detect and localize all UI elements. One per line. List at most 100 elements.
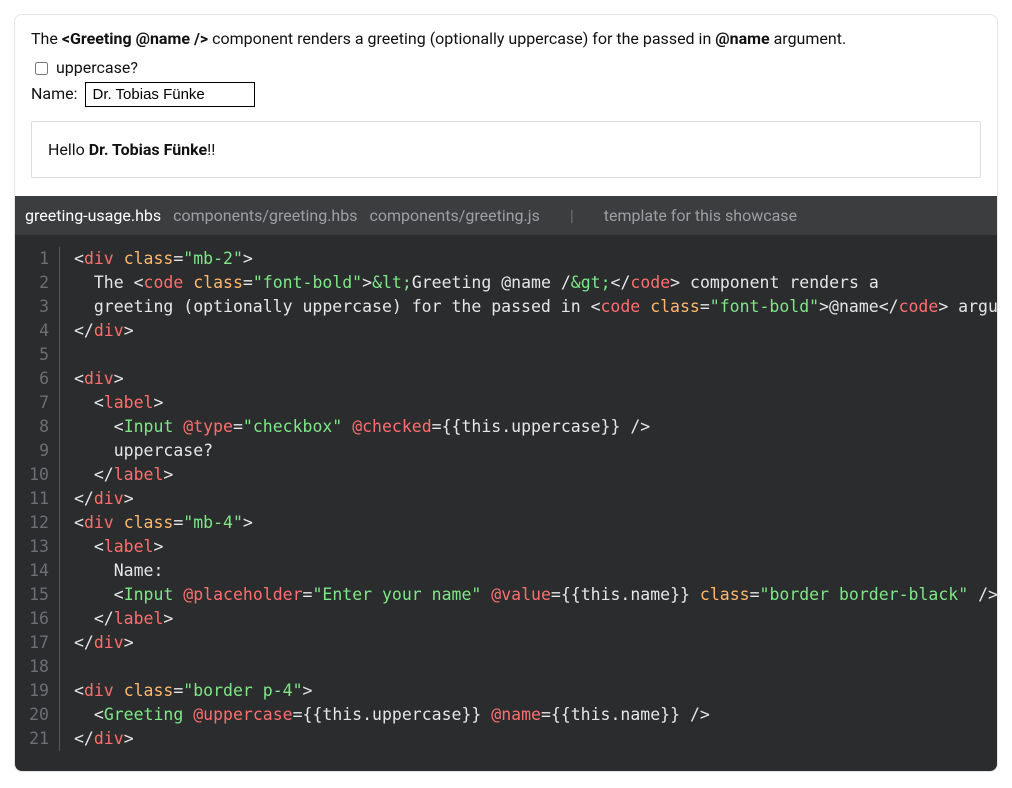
- gutter-bar: [59, 463, 74, 487]
- code-line: 19<div class="border p-4">: [15, 679, 997, 703]
- gutter-bar: [59, 343, 74, 367]
- code-content: <div class="mb-2">: [74, 247, 269, 271]
- token-punct: >: [114, 369, 124, 388]
- token-punct: <: [94, 705, 104, 724]
- token-punct: =: [243, 273, 253, 292]
- gutter-bar: [59, 295, 74, 319]
- token-punct: </: [611, 273, 631, 292]
- code-line: 15 <Input @placeholder="Enter your name"…: [15, 583, 997, 607]
- name-input[interactable]: [85, 82, 255, 107]
- token-punct: >: [124, 489, 134, 508]
- uppercase-label-text: uppercase?: [56, 58, 138, 77]
- gutter-bar: [59, 367, 74, 391]
- code-editor[interactable]: 1<div class="mb-2">2 The <code class="fo…: [15, 235, 997, 771]
- code-line: 5: [15, 343, 997, 367]
- token-punct: </: [94, 609, 114, 628]
- token-str: "checkbox": [243, 417, 342, 436]
- token-punct: =: [432, 417, 442, 436]
- token-text: [183, 273, 193, 292]
- greeting-hello: Hello: [48, 140, 89, 159]
- code-line: 10 </label>: [15, 463, 997, 487]
- code-line: 16 </label>: [15, 607, 997, 631]
- gutter-bar: [59, 655, 74, 679]
- token-tag: code: [630, 273, 670, 292]
- token-text: [74, 537, 94, 556]
- gutter-bar: [59, 703, 74, 727]
- token-text: Greeting @name /: [412, 273, 571, 292]
- token-tag: code: [144, 273, 184, 292]
- code-content: <div class="mb-4">: [74, 511, 269, 535]
- code-content: <label>: [74, 391, 179, 415]
- token-punct: <: [74, 681, 84, 700]
- gutter-bar: [59, 487, 74, 511]
- name-label[interactable]: Name:: [31, 84, 255, 103]
- token-attr: class: [124, 513, 174, 532]
- line-number: 18: [15, 655, 59, 679]
- code-line: 20 <Greeting @uppercase={{this.uppercase…: [15, 703, 997, 727]
- gutter-bar: [59, 247, 74, 271]
- line-number: 4: [15, 319, 59, 343]
- code-content: <Input @type="checkbox" @checked={{this.…: [74, 415, 666, 439]
- showcase-container: The <Greeting @name /> component renders…: [14, 14, 998, 772]
- name-label-text: Name:: [31, 84, 78, 103]
- token-text: [173, 417, 183, 436]
- token-punct: =: [173, 249, 183, 268]
- line-number: 14: [15, 559, 59, 583]
- token-str: "border p-4": [183, 681, 302, 700]
- token-punct: >: [124, 633, 134, 652]
- code-content: [74, 655, 100, 679]
- code-content: </label>: [74, 607, 189, 631]
- token-text: [640, 297, 650, 316]
- token-punct: </: [94, 465, 114, 484]
- token-punct: >: [153, 393, 163, 412]
- token-text: component renders a: [680, 273, 879, 292]
- token-punct: =: [700, 297, 710, 316]
- token-text: [183, 705, 193, 724]
- tab-template-showcase[interactable]: template for this showcase: [604, 206, 797, 225]
- token-tag: div: [94, 321, 124, 340]
- tab-greeting-hbs[interactable]: components/greeting.hbs: [173, 206, 357, 225]
- token-tag: code: [601, 297, 641, 316]
- token-punct: <: [114, 585, 124, 604]
- token-punct: >: [303, 681, 313, 700]
- token-text: [114, 681, 124, 700]
- tab-greeting-js[interactable]: components/greeting.js: [369, 206, 539, 225]
- line-number: 13: [15, 535, 59, 559]
- token-str: "border border-black": [760, 585, 969, 604]
- token-text: [74, 465, 94, 484]
- token-expr: {{this.uppercase}}: [303, 705, 482, 724]
- line-number: 20: [15, 703, 59, 727]
- line-number: 16: [15, 607, 59, 631]
- line-number: 17: [15, 631, 59, 655]
- token-tag: div: [84, 513, 114, 532]
- token-text: [680, 705, 690, 724]
- token-punct: <: [134, 273, 144, 292]
- token-punct: />: [630, 417, 650, 436]
- token-attr: class: [650, 297, 700, 316]
- uppercase-checkbox[interactable]: [35, 62, 48, 75]
- token-punct: =: [750, 585, 760, 604]
- token-arg: @type: [183, 417, 233, 436]
- token-text: greeting (optionally uppercase) for the …: [74, 297, 591, 316]
- code-content: </div>: [74, 487, 150, 511]
- uppercase-label[interactable]: uppercase?: [31, 58, 138, 77]
- token-tag: div: [84, 249, 114, 268]
- desc-code-name: @name: [715, 29, 769, 48]
- token-text: [620, 417, 630, 436]
- code-line: 13 <label>: [15, 535, 997, 559]
- greeting-bang: !!: [207, 140, 215, 159]
- gutter-bar: [59, 271, 74, 295]
- greeting-name: Dr. Tobias Fünke: [89, 140, 207, 159]
- token-str: "font-bold": [253, 273, 362, 292]
- token-arg: @checked: [352, 417, 431, 436]
- line-number: 15: [15, 583, 59, 607]
- token-tag: div: [94, 729, 124, 748]
- token-text: [481, 585, 491, 604]
- token-punct: =: [173, 681, 183, 700]
- token-text: @name: [829, 297, 879, 316]
- gutter-bar: [59, 631, 74, 655]
- tab-greeting-usage[interactable]: greeting-usage.hbs: [25, 206, 161, 225]
- token-tag: div: [94, 489, 124, 508]
- code-content: <div>: [74, 367, 140, 391]
- line-number: 1: [15, 247, 59, 271]
